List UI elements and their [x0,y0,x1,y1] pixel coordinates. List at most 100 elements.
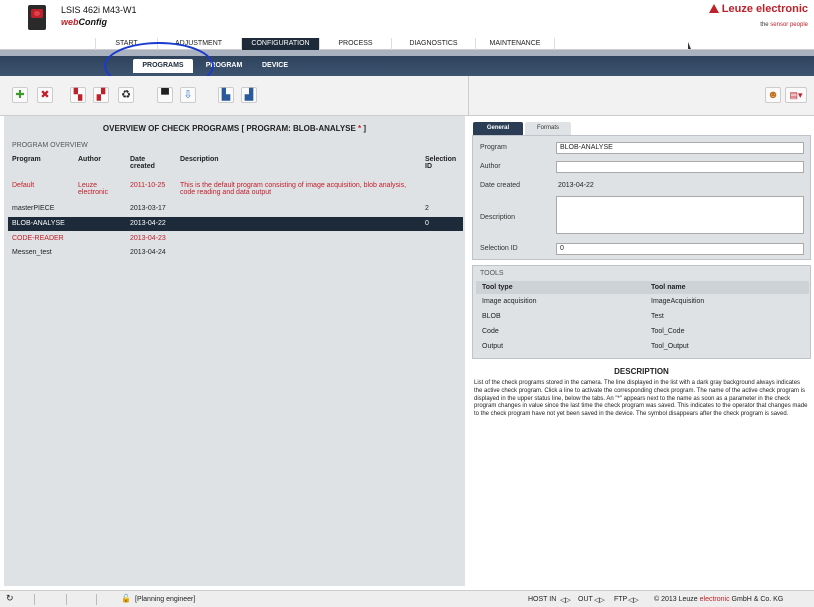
table-row[interactable]: masterPIECE 2013-03-17 2 [8,203,463,215]
toolbar-divider [468,76,469,116]
tool-row[interactable]: Code Tool_Code [476,325,809,339]
delete-icon[interactable]: ✖ [37,87,53,103]
app-name: webConfig [61,17,107,27]
copy-icon[interactable]: ▚ [70,87,86,103]
table-row[interactable]: CODE-READER 2013-04-23 [8,233,463,245]
copyright-prefix: © 2013 Leuze [654,596,700,603]
row-author: Leuze electronic [78,182,108,196]
tab-maintenance[interactable]: MAINTENANCE [475,38,555,50]
tool-type: Image acquisition [482,298,537,305]
divider [34,594,35,605]
table-row[interactable]: Messen_test 2013-04-24 [8,247,463,259]
description-label: Description [480,214,516,221]
download-icon[interactable]: ⇩ [180,87,196,103]
device-title: LSIS 462i M43-W1 [61,5,137,15]
subtab-device[interactable]: DEVICE [255,59,295,73]
paste-icon[interactable]: ▞ [93,87,109,103]
row-selection: 2 [425,205,429,212]
app-name-suffix: Config [78,17,108,27]
mouse-cursor-icon [688,42,691,49]
brand-tagline: the sensor people [760,22,808,28]
row-program: CODE-READER [12,235,64,242]
col-date[interactable]: Date created [130,156,170,170]
tool-name: Tool_Code [651,328,685,335]
row-date: 2011-10-25 [130,182,166,189]
row-date: 2013-04-22 [130,220,166,227]
row-program: Messen_test [12,249,52,256]
users-icon[interactable]: ☻ [765,87,781,103]
divider [96,594,97,605]
row-program: masterPIECE [12,205,55,212]
brand-name: Leuze electronic [721,3,808,15]
row-date: 2013-03-17 [130,205,166,212]
description-input[interactable] [556,196,804,234]
program-input[interactable]: BLOB-ANALYSE [556,142,804,154]
description-body: List of the check programs stored in the… [474,380,808,418]
row-date: 2013-04-24 [130,249,166,256]
tab-formats[interactable]: Formats [525,122,571,135]
out-label: OUT [578,596,593,603]
app-name-prefix: web [61,17,79,27]
refresh-icon[interactable]: ↻ [6,593,14,604]
program-label: Program [480,144,507,151]
tool-row[interactable]: Image acquisition ImageAcquisition [476,295,809,309]
tool-name: Tool_Output [651,343,689,350]
col-tool-name: Tool name [651,284,686,291]
tool-row[interactable]: BLOB Test [476,310,809,324]
tab-configuration[interactable]: CONFIGURATION [241,38,319,50]
row-description: This is the default program consisting o… [180,182,407,196]
col-tool-type: Tool type [482,284,513,291]
tools-header: Tool type Tool name [476,281,809,294]
add-icon[interactable]: ✚ [12,87,28,103]
author-label: Author [480,163,501,170]
camera-logo-icon [28,5,46,30]
row-date: 2013-04-23 [130,235,166,242]
brand-logo: Leuze electronic [708,3,808,15]
date-value: 2013-04-22 [558,182,594,189]
recycle-icon[interactable]: ♻ [118,87,134,103]
description-title: DESCRIPTION [614,367,669,376]
row-program: Default [12,182,35,189]
tool-name: ImageAcquisition [651,298,705,305]
status-bar: ↻ 🔓 [Planning engineer] HOST IN ◁▷ OUT ◁… [0,590,814,607]
tool-type: Output [482,343,504,350]
tagline-part1: the [760,22,771,28]
leuze-logo-icon [708,4,719,13]
selection-input[interactable]: 0 [556,243,804,255]
upload-icon[interactable]: ▀ [157,87,173,103]
out-icon: ◁▷ [594,597,605,604]
tab-general[interactable]: General [473,122,523,135]
tool-type: BLOB [482,313,501,320]
import-icon[interactable]: ▙ [218,87,234,103]
overview-title: OVERVIEW OF CHECK PROGRAMS [ PROGRAM: BL… [4,124,465,133]
col-description[interactable]: Description [180,156,219,163]
divider [66,594,67,605]
date-label: Date created [480,182,521,189]
table-header: Program Author Date created Description … [8,152,463,176]
tab-process[interactable]: PROCESS [319,38,391,50]
export-icon[interactable]: ▟ [241,87,257,103]
section-label: PROGRAM OVERVIEW [12,142,88,149]
user-role: [Planning engineer] [135,596,196,603]
program-overview-panel: OVERVIEW OF CHECK PROGRAMS [ PROGRAM: BL… [4,116,465,586]
host-in-label: HOST IN [528,596,557,603]
tool-name: Test [651,313,664,320]
col-author[interactable]: Author [78,156,101,163]
selection-label: Selection ID [480,245,518,252]
unlock-icon[interactable]: 🔓 [121,594,131,603]
tools-panel: TOOLS Tool type Tool name Image acquisit… [472,265,811,359]
table-row[interactable]: Default Leuze electronic 2011-10-25 This… [8,180,463,202]
ftp-icon: ◁▷ [628,597,639,604]
table-row-active[interactable]: BLOB-ANALYSE 2013-04-22 0 [8,217,463,231]
copyright-brand: electronic [699,596,730,603]
copyright: © 2013 Leuze electronic GmbH & Co. KG [654,596,783,603]
col-selection[interactable]: Selection ID [425,156,461,170]
row-program: BLOB-ANALYSE [12,220,65,227]
app-header: LSIS 462i M43-W1 webConfig Leuze electro… [0,0,814,38]
tab-diagnostics[interactable]: DIAGNOSTICS [391,38,475,50]
author-input[interactable] [556,161,804,173]
ftp-label: FTP [614,596,628,603]
col-program[interactable]: Program [12,156,41,163]
tool-row[interactable]: Output Tool_Output [476,340,809,354]
flag-icon[interactable]: ▤▾ [785,87,807,103]
